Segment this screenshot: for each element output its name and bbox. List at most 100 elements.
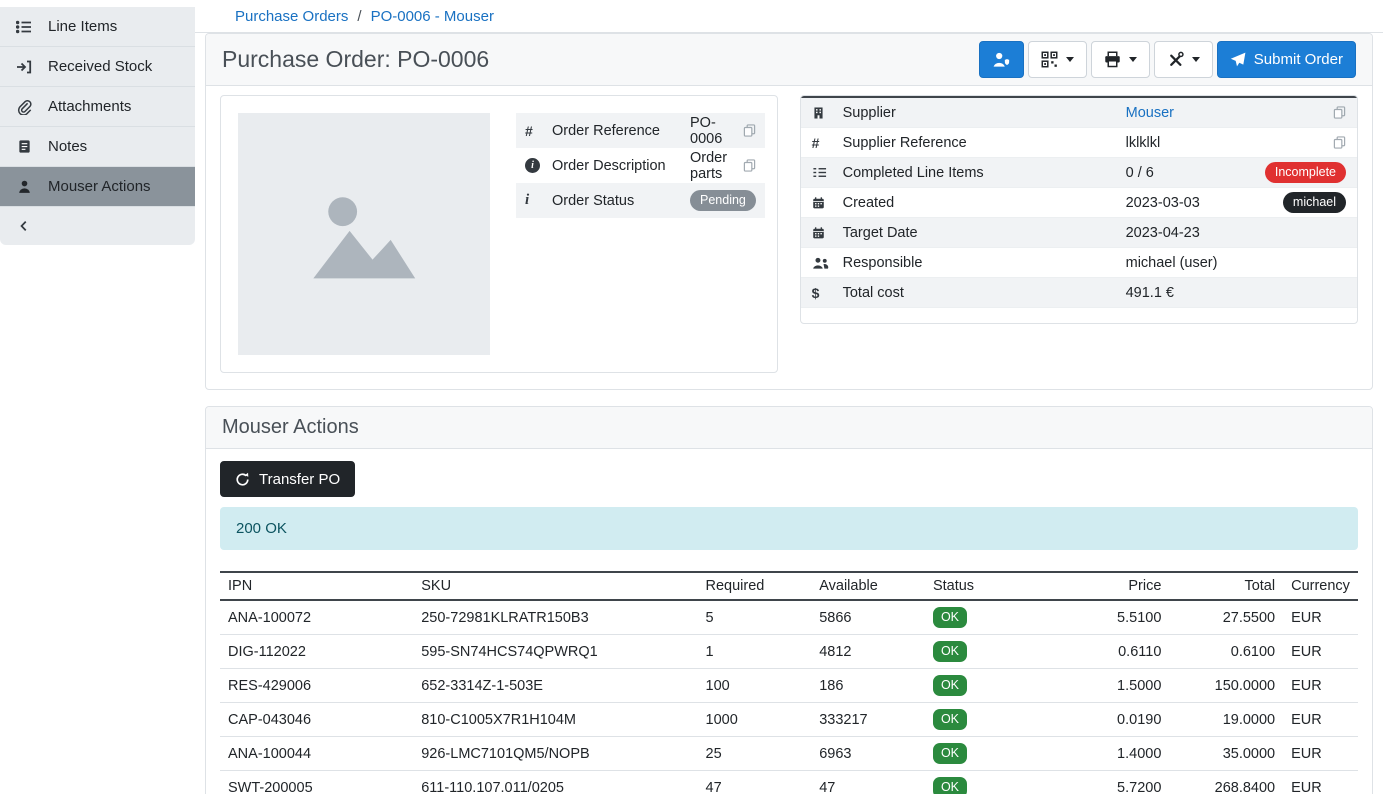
cell-price: 0.0190 (1044, 703, 1169, 737)
table-row: RES-429006 652-3314Z-1-503E 100 186 OK 1… (220, 669, 1358, 703)
sidebar-item-line-items[interactable]: Line Items (0, 7, 195, 47)
cell-sku: 652-3314Z-1-503E (413, 669, 697, 703)
cell-available: 5866 (811, 600, 925, 635)
submit-order-button[interactable]: Submit Order (1217, 41, 1356, 78)
user-badge: michael (1283, 192, 1346, 213)
order-summary-card: # Order Reference PO-0006 i Order Descri… (220, 95, 778, 373)
mouser-actions-body: Transfer PO 200 OK IPN SKU (206, 449, 1372, 794)
cell-sku: 250-72981KLRATR150B3 (413, 600, 697, 635)
detail-row: # Supplier Reference lklklkl (801, 128, 1357, 158)
cell-ipn: CAP-043046 (220, 703, 413, 737)
chevron-down-icon (1066, 57, 1074, 62)
sidebar-item-label: Attachments (48, 98, 131, 115)
status-alert-text: 200 OK (236, 520, 287, 537)
detail-value: michael (user) (1126, 255, 1346, 271)
app-root: Line Items Received Stock Attachments No… (0, 0, 1383, 794)
cell-required: 25 (698, 737, 812, 771)
table-row: DIG-112022 595-SN74HCS74QPWRQ1 1 4812 OK… (220, 635, 1358, 669)
cell-sku: 611-110.107.011/0205 (413, 771, 697, 794)
detail-value: PO-0006 (690, 115, 743, 147)
cell-currency: EUR (1283, 771, 1358, 794)
copy-icon[interactable] (1333, 106, 1346, 119)
building-icon (812, 106, 843, 120)
sidebar-collapse-button[interactable] (0, 207, 195, 245)
detail-value: Order parts (690, 150, 743, 182)
detail-label: Total cost (843, 285, 1126, 301)
order-thumbnail[interactable] (238, 113, 490, 355)
detail-row: i Order Status Pending (516, 183, 765, 218)
order-details-panel: Purchase Order: PO-0006 (205, 33, 1373, 390)
table-row: ANA-100072 250-72981KLRATR150B3 5 5866 O… (220, 600, 1358, 635)
list-check-icon (812, 165, 843, 180)
detail-label: Created (843, 195, 1126, 211)
sidebar-item-attachments[interactable]: Attachments (0, 87, 195, 127)
action-toolbar: Submit Order (979, 41, 1356, 78)
user-icon (15, 179, 33, 194)
cell-currency: EUR (1283, 669, 1358, 703)
transfer-po-button[interactable]: Transfer PO (220, 461, 355, 497)
copy-icon[interactable] (743, 124, 756, 137)
sidebar-item-label: Line Items (48, 18, 117, 35)
order-details: # Order Reference PO-0006 i Order Descri… (206, 86, 1372, 389)
cell-ipn: ANA-100072 (220, 600, 413, 635)
cell-required: 100 (698, 669, 812, 703)
copy-icon[interactable] (743, 159, 756, 172)
sign-in-icon (15, 59, 33, 75)
cell-available: 6963 (811, 737, 925, 771)
detail-value: Mouser (1126, 105, 1333, 121)
chevron-down-icon (1129, 57, 1137, 62)
mouser-actions-header: Mouser Actions (206, 407, 1372, 449)
cell-available: 4812 (811, 635, 925, 669)
detail-label: Order Reference (552, 123, 690, 139)
detail-row: Created 2023-03-03 michael (801, 188, 1357, 218)
cell-price: 5.5100 (1044, 600, 1169, 635)
table-row: CAP-043046 810-C1005X7R1H104M 1000 33321… (220, 703, 1358, 737)
column-header-price: Price (1044, 572, 1169, 600)
column-header-total: Total (1169, 572, 1283, 600)
page-title: Purchase Order: PO-0006 (222, 46, 489, 73)
copy-icon[interactable] (1333, 136, 1346, 149)
detail-row: i Order Description Order parts (516, 148, 765, 183)
chevron-down-icon (1192, 57, 1200, 62)
breadcrumb-link-purchase-orders[interactable]: Purchase Orders (235, 8, 348, 25)
cell-price: 1.4000 (1044, 737, 1169, 771)
detail-label: Target Date (843, 225, 1126, 241)
cell-sku: 926-LMC7101QM5/NOPB (413, 737, 697, 771)
print-actions-button[interactable] (1091, 41, 1150, 78)
order-actions-button[interactable] (1154, 41, 1213, 78)
mouser-lines-table: IPN SKU Required Available Status Price … (220, 571, 1358, 794)
column-header-sku: SKU (413, 572, 697, 600)
supplier-link[interactable]: Mouser (1126, 105, 1174, 121)
cell-status: OK (925, 635, 1044, 669)
detail-row: # Order Reference PO-0006 (516, 113, 765, 148)
chevron-left-icon (15, 219, 33, 233)
cell-status: OK (925, 600, 1044, 635)
table-row: ANA-100044 926-LMC7101QM5/NOPB 25 6963 O… (220, 737, 1358, 771)
detail-row: Supplier Mouser (801, 98, 1357, 128)
note-icon (15, 139, 33, 154)
detail-value: 0 / 6 (1126, 165, 1265, 181)
submit-order-label: Submit Order (1254, 51, 1343, 68)
detail-value: 2023-03-03 (1126, 195, 1283, 211)
ok-badge: OK (933, 641, 967, 662)
sidebar-menu: Line Items Received Stock Attachments No… (0, 7, 195, 245)
detail-label: Responsible (843, 255, 1126, 271)
ok-badge: OK (933, 709, 967, 730)
sidebar-item-notes[interactable]: Notes (0, 127, 195, 167)
cell-ipn: ANA-100044 (220, 737, 413, 771)
users-icon (812, 256, 843, 270)
cell-currency: EUR (1283, 703, 1358, 737)
qrcode-icon (1041, 51, 1058, 68)
detail-row: Responsible michael (user) (801, 248, 1357, 278)
cell-status: OK (925, 737, 1044, 771)
sidebar-item-mouser-actions[interactable]: Mouser Actions (0, 167, 195, 207)
sidebar-item-received-stock[interactable]: Received Stock (0, 47, 195, 87)
transfer-po-label: Transfer PO (259, 471, 340, 488)
cell-required: 1 (698, 635, 812, 669)
breadcrumb-link-current-order[interactable]: PO-0006 - Mouser (371, 8, 494, 25)
detail-value: lklklkl (1126, 135, 1333, 151)
ok-badge: OK (933, 743, 967, 764)
list-icon (15, 19, 33, 35)
barcode-actions-button[interactable] (1028, 41, 1087, 78)
admin-actions-button[interactable] (979, 41, 1024, 78)
